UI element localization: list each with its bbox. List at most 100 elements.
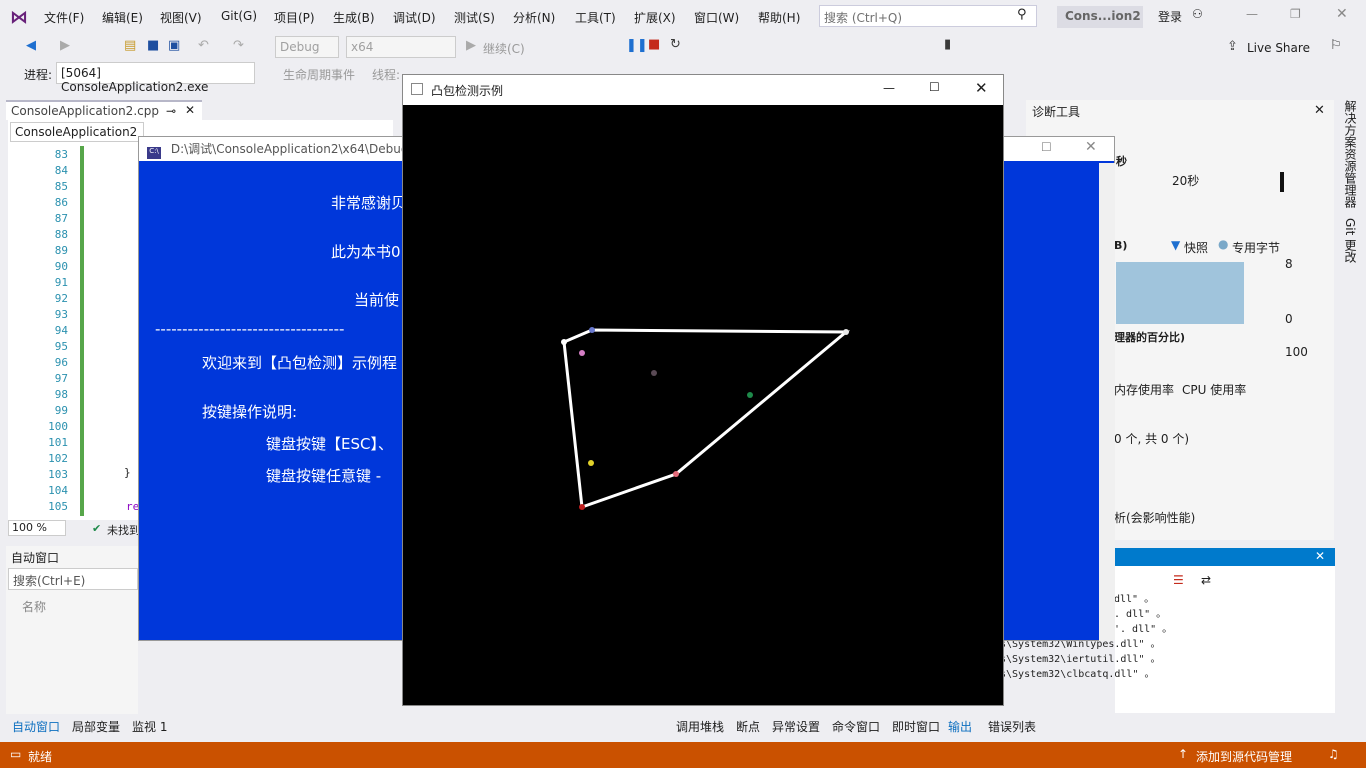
back-icon[interactable]: ◀	[26, 38, 36, 53]
live-share-button[interactable]: Live Share	[1247, 41, 1310, 55]
stop-icon[interactable]: ■	[648, 37, 660, 52]
hull-point	[673, 471, 679, 477]
hull-point	[589, 327, 595, 333]
tab-output[interactable]: 输出	[948, 718, 972, 735]
platform-select[interactable]: x64	[346, 36, 456, 58]
pin-icon[interactable]: ⊸	[166, 104, 176, 118]
feedback-icon[interactable]: ⚐	[1330, 38, 1342, 53]
tab-exceptions[interactable]: 异常设置	[772, 718, 820, 735]
memory-usage-tab[interactable]: 内存使用率	[1114, 381, 1174, 398]
pause-icon[interactable]: ❚❚	[626, 38, 648, 53]
menu-debug[interactable]: 调试(D)	[393, 9, 436, 26]
hull-point	[843, 329, 849, 335]
menu-file[interactable]: 文件(F)	[44, 9, 84, 26]
line-number: 89	[54, 244, 68, 257]
menu-edit[interactable]: 编辑(E)	[102, 9, 143, 26]
hull-point	[651, 370, 657, 376]
line-number: 85	[54, 180, 68, 193]
line-number: 91	[54, 276, 68, 289]
hull-window[interactable]: 凸包检测示例 — ☐ ✕	[402, 74, 1004, 706]
hull-close-button[interactable]: ✕	[975, 79, 988, 97]
console-scrollbar[interactable]	[1099, 163, 1115, 641]
lifecycle-button[interactable]: 生命周期事件	[283, 66, 355, 83]
output-close-icon[interactable]: ✕	[1315, 549, 1325, 563]
save-icon[interactable]: ■	[147, 38, 159, 53]
wrap-output-icon[interactable]: ⇄	[1201, 573, 1211, 587]
bookmark-icon[interactable]: ▮	[944, 37, 951, 52]
save-all-icon[interactable]: ▣	[168, 38, 180, 53]
menu-view[interactable]: 视图(V)	[160, 9, 202, 26]
status-ready: 就绪	[28, 750, 53, 764]
hull-point	[579, 350, 585, 356]
forward-icon[interactable]: ▶	[60, 38, 70, 53]
hull-window-title: 凸包检测示例	[431, 84, 504, 98]
document-tab[interactable]: ConsoleApplication2.cpp ⊸ ✕	[6, 100, 202, 120]
restore-button[interactable]: ❐	[1290, 7, 1301, 21]
restart-icon[interactable]: ↻	[670, 37, 681, 52]
console-line-anykey: 键盘按键任意键 -	[266, 467, 382, 485]
notifications-icon[interactable]: ♫	[1328, 747, 1339, 761]
close-button[interactable]: ✕	[1336, 6, 1348, 22]
scope-dropdown[interactable]: ConsoleApplication2	[10, 122, 144, 142]
snapshot-legend: 快照	[1184, 241, 1209, 255]
process-label: 进程:	[24, 68, 53, 82]
status-bar: ▭ 就绪 ↑ 添加到源代码管理 ♫	[0, 742, 1366, 768]
process-select[interactable]: [5064] ConsoleApplication2.exe	[56, 62, 255, 94]
line-number: 94	[54, 324, 68, 337]
undo-icon[interactable]: ↶	[198, 38, 209, 53]
issues-status: 未找到	[107, 524, 140, 537]
menu-build[interactable]: 生成(B)	[333, 9, 375, 26]
menu-extensions[interactable]: 扩展(X)	[634, 9, 676, 26]
add-source-control-button[interactable]: 添加到源代码管理	[1196, 748, 1292, 765]
tab-immediate[interactable]: 即时窗口	[892, 718, 940, 735]
check-icon: ✔	[92, 522, 102, 535]
open-folder-icon[interactable]: ▤	[124, 38, 136, 53]
cpu-usage-tab[interactable]: CPU 使用率	[1182, 381, 1246, 398]
zoom-select[interactable]: 100 %	[8, 520, 66, 536]
menu-tools[interactable]: 工具(T)	[575, 9, 616, 26]
git-changes-tab[interactable]: Git 更改	[1342, 218, 1359, 263]
menu-analyze[interactable]: 分析(N)	[513, 9, 555, 26]
tab-breakpoints[interactable]: 断点	[736, 718, 760, 735]
menu-test[interactable]: 测试(S)	[454, 9, 495, 26]
menu-git[interactable]: Git(G)	[221, 9, 257, 23]
redo-icon[interactable]: ↷	[233, 38, 244, 53]
user-icon: ⚇	[1192, 7, 1203, 21]
line-number: 103	[48, 468, 68, 481]
console-maximize-button[interactable]: ☐	[1041, 140, 1052, 154]
memory-y-max: 8	[1285, 257, 1293, 271]
tab-watch[interactable]: 监视 1	[132, 718, 167, 735]
line-number: 97	[54, 372, 68, 385]
tab-close-icon[interactable]: ✕	[185, 103, 195, 117]
tab-locals[interactable]: 局部变量	[72, 718, 120, 735]
hull-point	[747, 392, 753, 398]
hull-maximize-button[interactable]: ☐	[929, 80, 940, 94]
solution-explorer-tab[interactable]: 解决方案资源管理器	[1342, 100, 1359, 208]
snapshot-legend-icon: ▼	[1171, 238, 1181, 252]
console-close-button[interactable]: ✕	[1085, 139, 1097, 155]
hull-minimize-button[interactable]: —	[883, 81, 895, 95]
tab-errors[interactable]: 错误列表	[988, 718, 1036, 735]
line-number: 84	[54, 164, 68, 177]
line-number: 86	[54, 196, 68, 209]
output-line: . dll" 。	[1114, 609, 1167, 620]
login-button[interactable]: 登录	[1158, 8, 1182, 25]
menu-window[interactable]: 窗口(W)	[694, 9, 739, 26]
autos-search-input[interactable]: 搜索(Ctrl+E)	[8, 568, 138, 590]
diag-close-icon[interactable]: ✕	[1314, 103, 1325, 118]
search-input[interactable]: 搜索 (Ctrl+Q)	[819, 5, 1037, 27]
clear-output-icon[interactable]: ☰	[1173, 573, 1184, 587]
hull-point	[579, 504, 585, 510]
output-line: s\System32\clbcatq.dll" 。	[1000, 669, 1155, 680]
tab-autos[interactable]: 自动窗口	[12, 718, 60, 735]
continue-button[interactable]: 继续(C)	[483, 40, 525, 57]
menu-help[interactable]: 帮助(H)	[758, 9, 800, 26]
event-count: 0 个, 共 0 个)	[1114, 432, 1190, 446]
hull-window-titlebar: 凸包检测示例	[403, 75, 1003, 105]
line-number: 96	[54, 356, 68, 369]
config-select[interactable]: Debug	[275, 36, 339, 58]
menu-project[interactable]: 项目(P)	[274, 9, 315, 26]
tab-command[interactable]: 命令窗口	[832, 718, 880, 735]
minimize-button[interactable]: —	[1246, 7, 1258, 21]
tab-callstack[interactable]: 调用堆栈	[676, 718, 724, 735]
